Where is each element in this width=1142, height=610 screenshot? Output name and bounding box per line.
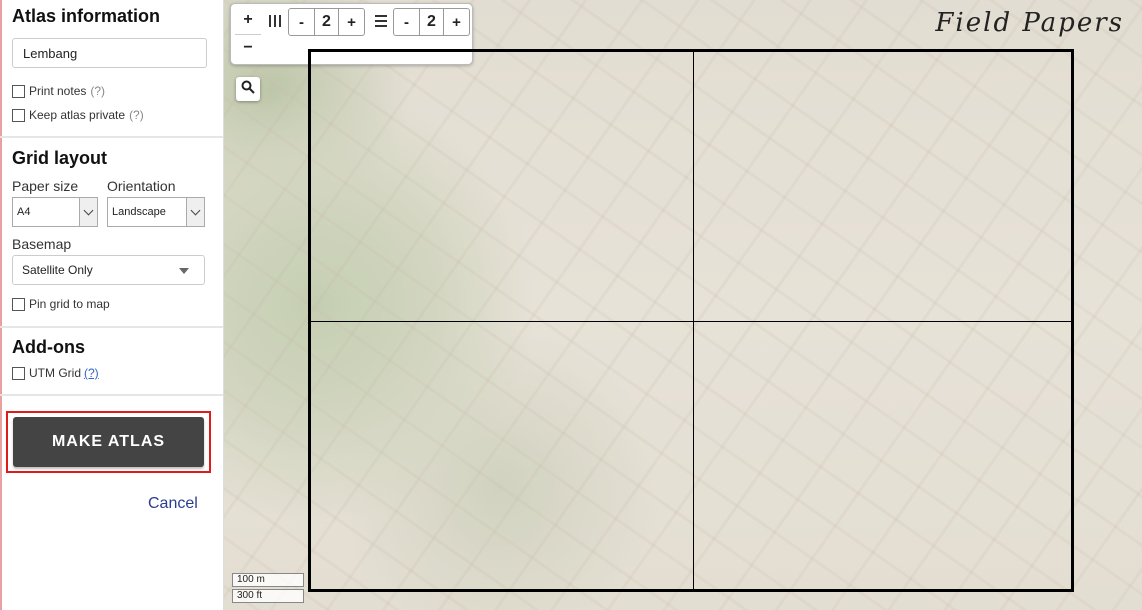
print-notes-row: Print notes (?) [12,83,105,99]
rows-minus-button[interactable]: - [394,9,419,35]
pin-grid-label: Pin grid to map [29,297,110,311]
scale-metric: 100 m [232,573,304,587]
chevron-down-icon [79,198,97,226]
search-icon [241,80,255,99]
print-notes-checkbox[interactable] [12,84,25,98]
keep-private-label: Keep atlas private [29,108,126,122]
paper-size-select[interactable]: A4 [12,197,98,227]
pin-grid-row: Pin grid to map [12,296,110,312]
map-search-button[interactable] [236,77,260,101]
basemap-label: Basemap [12,236,72,252]
keep-private-row: Keep atlas private (?) [12,107,144,123]
add-ons-title: Add-ons [12,337,85,357]
rows-stepper: - 2 + [393,8,470,36]
orientation-value: Landscape [112,206,166,218]
make-atlas-highlight: MAKE ATLAS [6,411,211,473]
add-ons-section: Add-ons UTM Grid (?) [0,328,223,396]
rows-icon [374,14,388,33]
caret-down-icon [179,268,189,274]
make-atlas-button[interactable]: MAKE ATLAS [13,417,204,467]
paper-size-value: A4 [17,206,31,218]
atlas-information-title: Atlas information [12,6,161,26]
print-notes-help[interactable]: (?) [90,84,105,98]
orientation-select[interactable]: Landscape [107,197,205,227]
columns-minus-button[interactable]: - [289,9,314,35]
columns-plus-button[interactable]: + [339,9,364,35]
columns-icon [268,14,282,33]
map-view[interactable]: + − - 2 + - 2 + Field Papers 100 m 300 f… [224,0,1142,610]
zoom-in-button[interactable]: + [235,7,261,33]
basemap-select[interactable]: Satellite Only [12,255,205,285]
grid-divider-horizontal [311,321,1071,322]
utm-grid-row: UTM Grid (?) [12,365,99,381]
utm-grid-label: UTM Grid [29,366,81,380]
grid-layout-section: Grid layout Paper size Orientation A4 La… [0,138,223,328]
atlas-name-input[interactable] [12,38,207,68]
utm-grid-help[interactable]: (?) [84,366,99,380]
pin-grid-checkbox[interactable] [12,297,25,311]
columns-stepper: - 2 + [288,8,365,36]
grid-layout-title: Grid layout [12,148,108,168]
atlas-grid[interactable] [308,49,1074,592]
keep-private-checkbox[interactable] [12,108,25,122]
rows-plus-button[interactable]: + [444,9,469,35]
orientation-label: Orientation [107,178,176,194]
paper-size-label: Paper size [12,178,79,194]
field-papers-logo: Field Papers [935,8,1124,38]
atlas-information-section: Atlas information Print notes (?) Keep a… [0,0,223,138]
utm-grid-checkbox[interactable] [12,366,25,380]
zoom-out-button[interactable]: − [235,34,261,60]
rows-value: 2 [419,9,444,35]
keep-private-help[interactable]: (?) [129,108,144,122]
print-notes-label: Print notes [29,84,87,98]
scale-imperial: 300 ft [232,589,304,603]
columns-value: 2 [314,9,339,35]
cancel-link[interactable]: Cancel [148,495,198,513]
basemap-value: Satellite Only [22,263,93,277]
sidebar: Atlas information Print notes (?) Keep a… [0,0,224,610]
chevron-down-icon [186,198,204,226]
